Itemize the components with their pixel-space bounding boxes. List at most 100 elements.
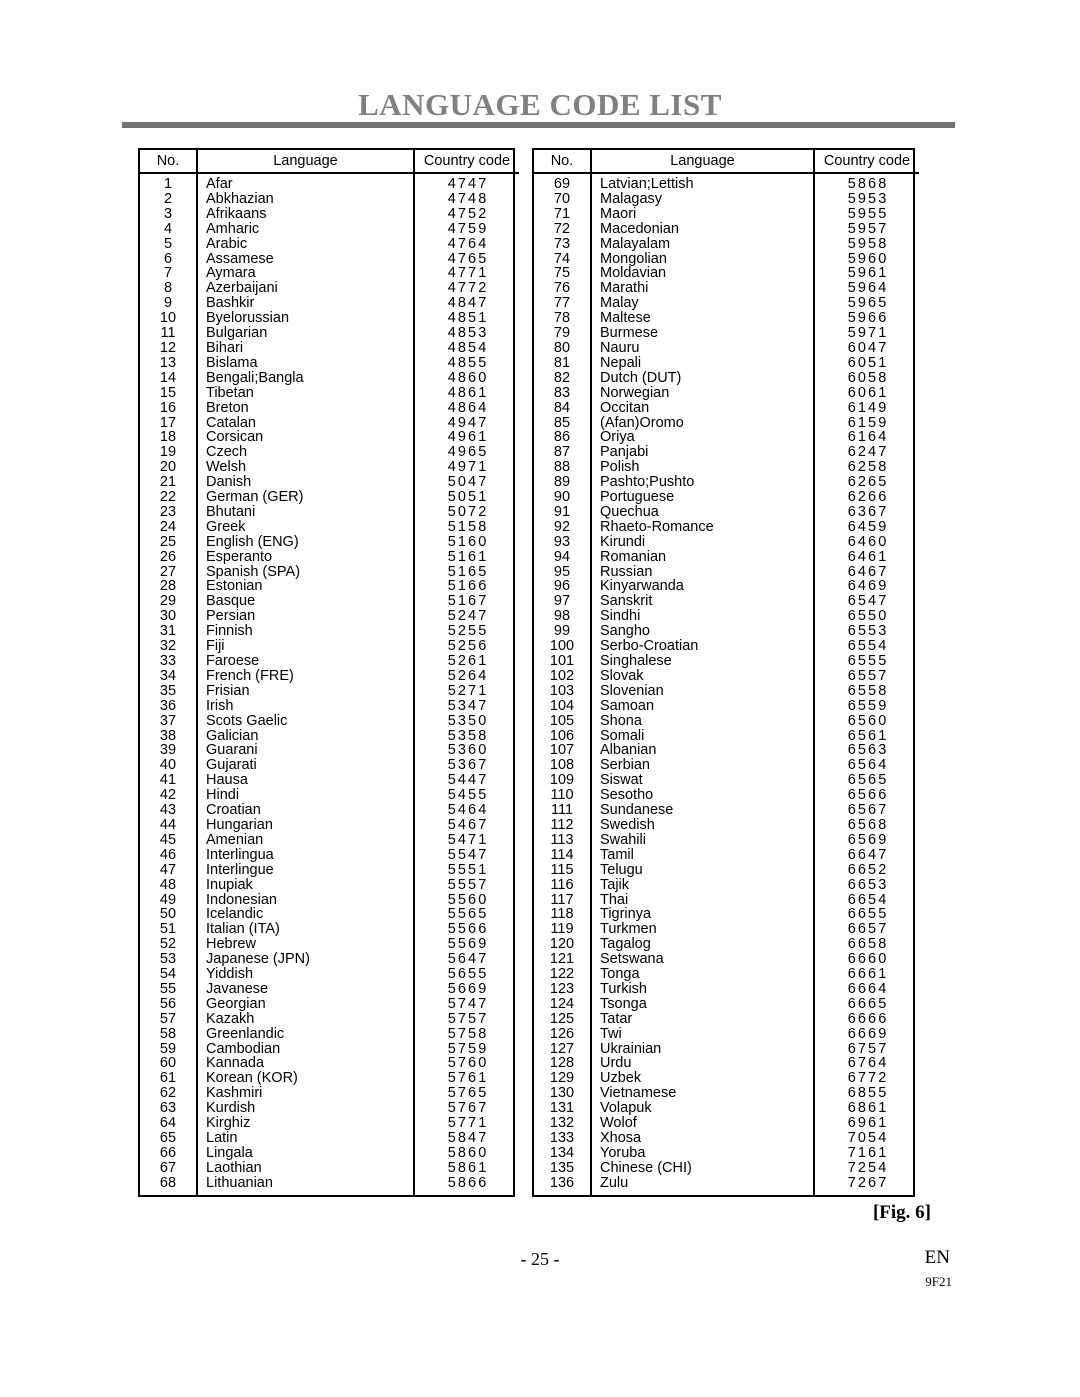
table-row: 17 Catalan 4947: [140, 415, 519, 431]
table-row: 118 Tigrinya 6655: [534, 907, 919, 923]
cell-language: Malay: [590, 296, 815, 312]
cell-language: Romanian: [590, 549, 815, 565]
cell-country-code: 6569: [847, 831, 889, 848]
cell-language: Bihari: [196, 341, 415, 356]
table-row: 24 Greek 5158: [140, 518, 519, 535]
table-row: 14 Bengali;Bangla 4860: [140, 369, 519, 386]
table-row: 36 Irish 5347: [140, 698, 519, 714]
table-row: 79 Burmese 5971: [534, 326, 919, 341]
cell-country-code: 6564: [847, 757, 889, 774]
column-header-no: No.: [534, 150, 591, 174]
cell-country-code: 5960: [847, 250, 889, 267]
table-row: 107 Albanian 6563: [534, 743, 919, 759]
cell-country-code: 6565: [847, 772, 889, 789]
table-row: 56 Georgian 5747: [140, 996, 519, 1012]
cell-no: 19: [159, 444, 177, 461]
cell-country-code: 4747: [447, 176, 489, 192]
cell-no: 29: [159, 593, 177, 610]
cell-language: Tagalog: [590, 937, 815, 953]
cell-no: 52: [159, 936, 177, 953]
cell-country-code: 5247: [447, 608, 489, 625]
cell-country-code: 6660: [847, 951, 889, 968]
cell-no: 16: [159, 399, 177, 416]
cell-no: 37: [159, 712, 177, 729]
cell-country-code: 6164: [847, 429, 889, 446]
cell-language: Telugu: [590, 862, 815, 878]
cell-country-code: 6058: [847, 369, 889, 386]
cell-language: Hindi: [196, 788, 415, 804]
cell-no: 65: [159, 1130, 177, 1146]
cell-country-code: 6547: [847, 593, 889, 610]
table-row: 58 Greenlandic 5758: [140, 1026, 519, 1042]
cell-country-code: 5566: [447, 921, 489, 938]
cell-language: Somali: [590, 728, 815, 744]
cell-language: Fiji: [196, 639, 415, 654]
table-header-row: No. Language Country code: [534, 150, 919, 174]
cell-country-code: 6647: [847, 846, 889, 863]
cell-country-code: 4961: [447, 429, 489, 446]
table-row: 83 Norwegian 6061: [534, 384, 919, 401]
cell-no: 97: [553, 593, 571, 610]
table-right-head: No. Language Country code: [534, 150, 919, 174]
figure-label: [Fig. 6]: [872, 1202, 931, 1223]
cell-language: Kurdish: [196, 1101, 415, 1117]
cell-language: Maltese: [590, 311, 815, 327]
cell-country-code: 5761: [447, 1070, 489, 1087]
cell-country-code: 5158: [447, 518, 489, 535]
table-row: 87 Panjabi 6247: [534, 445, 919, 461]
table-row: 124 Tsonga 6665: [534, 996, 919, 1012]
cell-no: 48: [159, 876, 177, 893]
cell-country-code: 4855: [447, 354, 489, 371]
cell-country-code: 4864: [447, 399, 489, 416]
cell-country-code: 7161: [847, 1144, 889, 1161]
table-row: 15 Tibetan 4861: [140, 385, 519, 401]
cell-language: Kazakh: [196, 1011, 415, 1027]
cell-no: 135: [549, 1159, 575, 1176]
cell-no: 83: [553, 384, 571, 401]
cell-language: Latin: [196, 1131, 415, 1146]
cell-no: 85: [553, 414, 571, 431]
table-row: 49 Indonesian 5560: [140, 892, 519, 908]
table-row: 26 Esperanto 5161: [140, 549, 519, 565]
cell-country-code: 5047: [447, 474, 489, 491]
table-row: 130 Vietnamese 6855: [534, 1086, 919, 1102]
cell-no: 127: [549, 1040, 575, 1057]
cell-country-code: 7267: [847, 1174, 889, 1191]
cell-language: Guarani: [196, 743, 415, 759]
table-row: 29 Basque 5167: [140, 593, 519, 610]
cell-language: Hebrew: [196, 937, 415, 953]
cell-language: Basque: [196, 594, 415, 610]
cell-language: Sanskrit: [590, 594, 815, 610]
table-row: 102 Slovak 6557: [534, 669, 919, 684]
cell-language: Finnish: [196, 624, 415, 640]
table-row: 39 Guarani 5360: [140, 743, 519, 759]
cell-language: Turkmen: [590, 922, 815, 938]
cell-language: Kinyarwanda: [590, 579, 815, 595]
cell-no: 3: [163, 205, 173, 222]
cell-language: Spanish (SPA): [196, 564, 415, 580]
cell-country-code: 5961: [847, 265, 889, 282]
table-row: 33 Faroese 5261: [140, 654, 519, 669]
cell-language: Italian (ITA): [196, 922, 415, 938]
cell-no: 23: [159, 503, 177, 520]
cell-no: 14: [159, 369, 177, 386]
cell-no: 33: [159, 653, 177, 669]
table-row: 92 Rhaeto-Romance 6459: [534, 519, 919, 535]
cell-language: Welsh: [196, 460, 415, 476]
cell-language: Kashmiri: [196, 1086, 415, 1102]
cell-country-code: 6560: [847, 712, 889, 729]
cell-language: Kirundi: [590, 534, 815, 550]
cell-country-code: 5569: [447, 936, 489, 953]
cell-country-code: 4748: [447, 190, 489, 207]
cell-no: 88: [553, 459, 571, 476]
cell-language: Thai: [590, 892, 815, 908]
table-row: 109 Siswat 6565: [534, 772, 919, 789]
cell-country-code: 6265: [847, 474, 889, 491]
cell-no: 81: [553, 354, 571, 371]
cell-country-code: 6558: [847, 682, 889, 699]
cell-country-code: 6566: [847, 787, 889, 804]
cell-language: Russian: [590, 564, 815, 580]
table-row: 91 Quechua 6367: [534, 505, 919, 520]
cell-country-code: 5256: [447, 638, 489, 655]
cell-country-code: 6469: [847, 578, 889, 595]
